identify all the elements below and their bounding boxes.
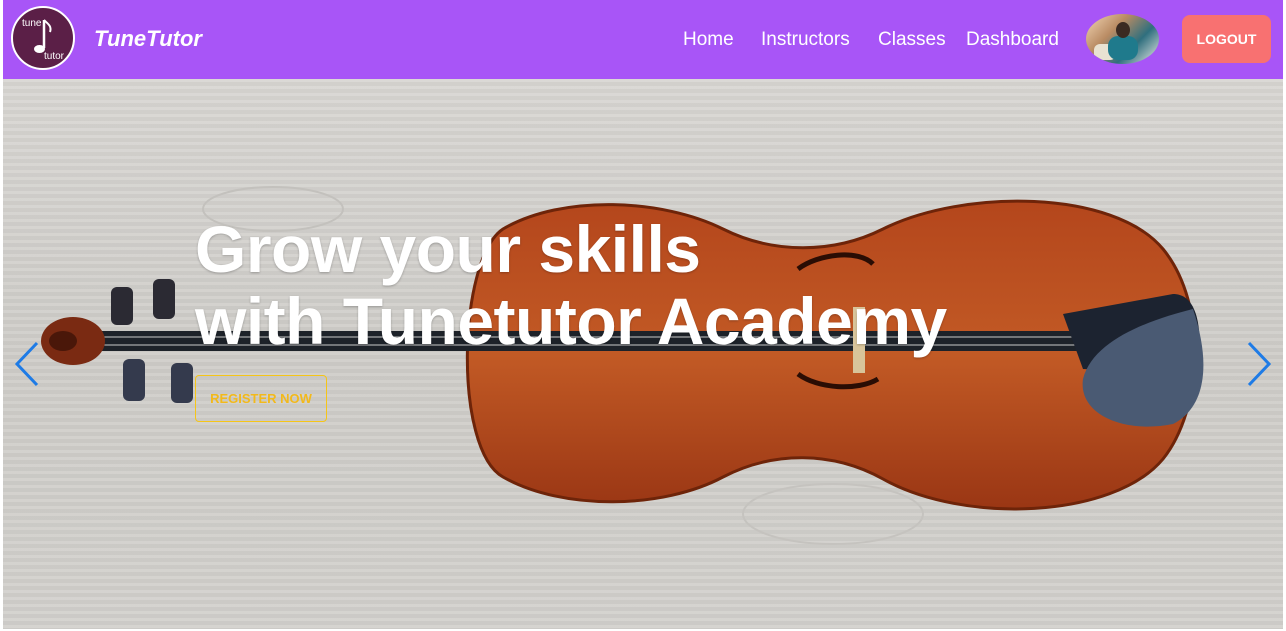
chevron-left-icon[interactable] [13,341,41,387]
nav-dashboard[interactable]: Dashboard [966,29,1059,51]
brand-logo[interactable]: tune tutor [11,6,75,70]
nav-classes[interactable]: Classes [878,29,946,51]
hero-title-line-1: Grow your skills [195,212,701,286]
hero-banner: Grow your skills with Tunetutor Academy … [3,79,1283,629]
logout-button[interactable]: LOGOUT [1182,15,1271,63]
avatar-detail [1108,36,1138,60]
user-avatar[interactable] [1086,14,1159,64]
brand-name[interactable]: TuneTutor [94,26,202,52]
nav-instructors[interactable]: Instructors [761,29,850,51]
navbar: tune tutor TuneTutor Home Instructors Cl… [3,0,1283,79]
avatar-detail [1116,22,1130,38]
hero-title: Grow your skills with Tunetutor Academy [195,213,947,357]
hero-title-line-2: with Tunetutor Academy [195,284,947,358]
register-now-button[interactable]: REGISTER NOW [195,375,327,422]
chevron-right-icon[interactable] [1245,341,1273,387]
logo-text-bottom: tutor [44,51,65,62]
nav-home[interactable]: Home [683,29,734,51]
